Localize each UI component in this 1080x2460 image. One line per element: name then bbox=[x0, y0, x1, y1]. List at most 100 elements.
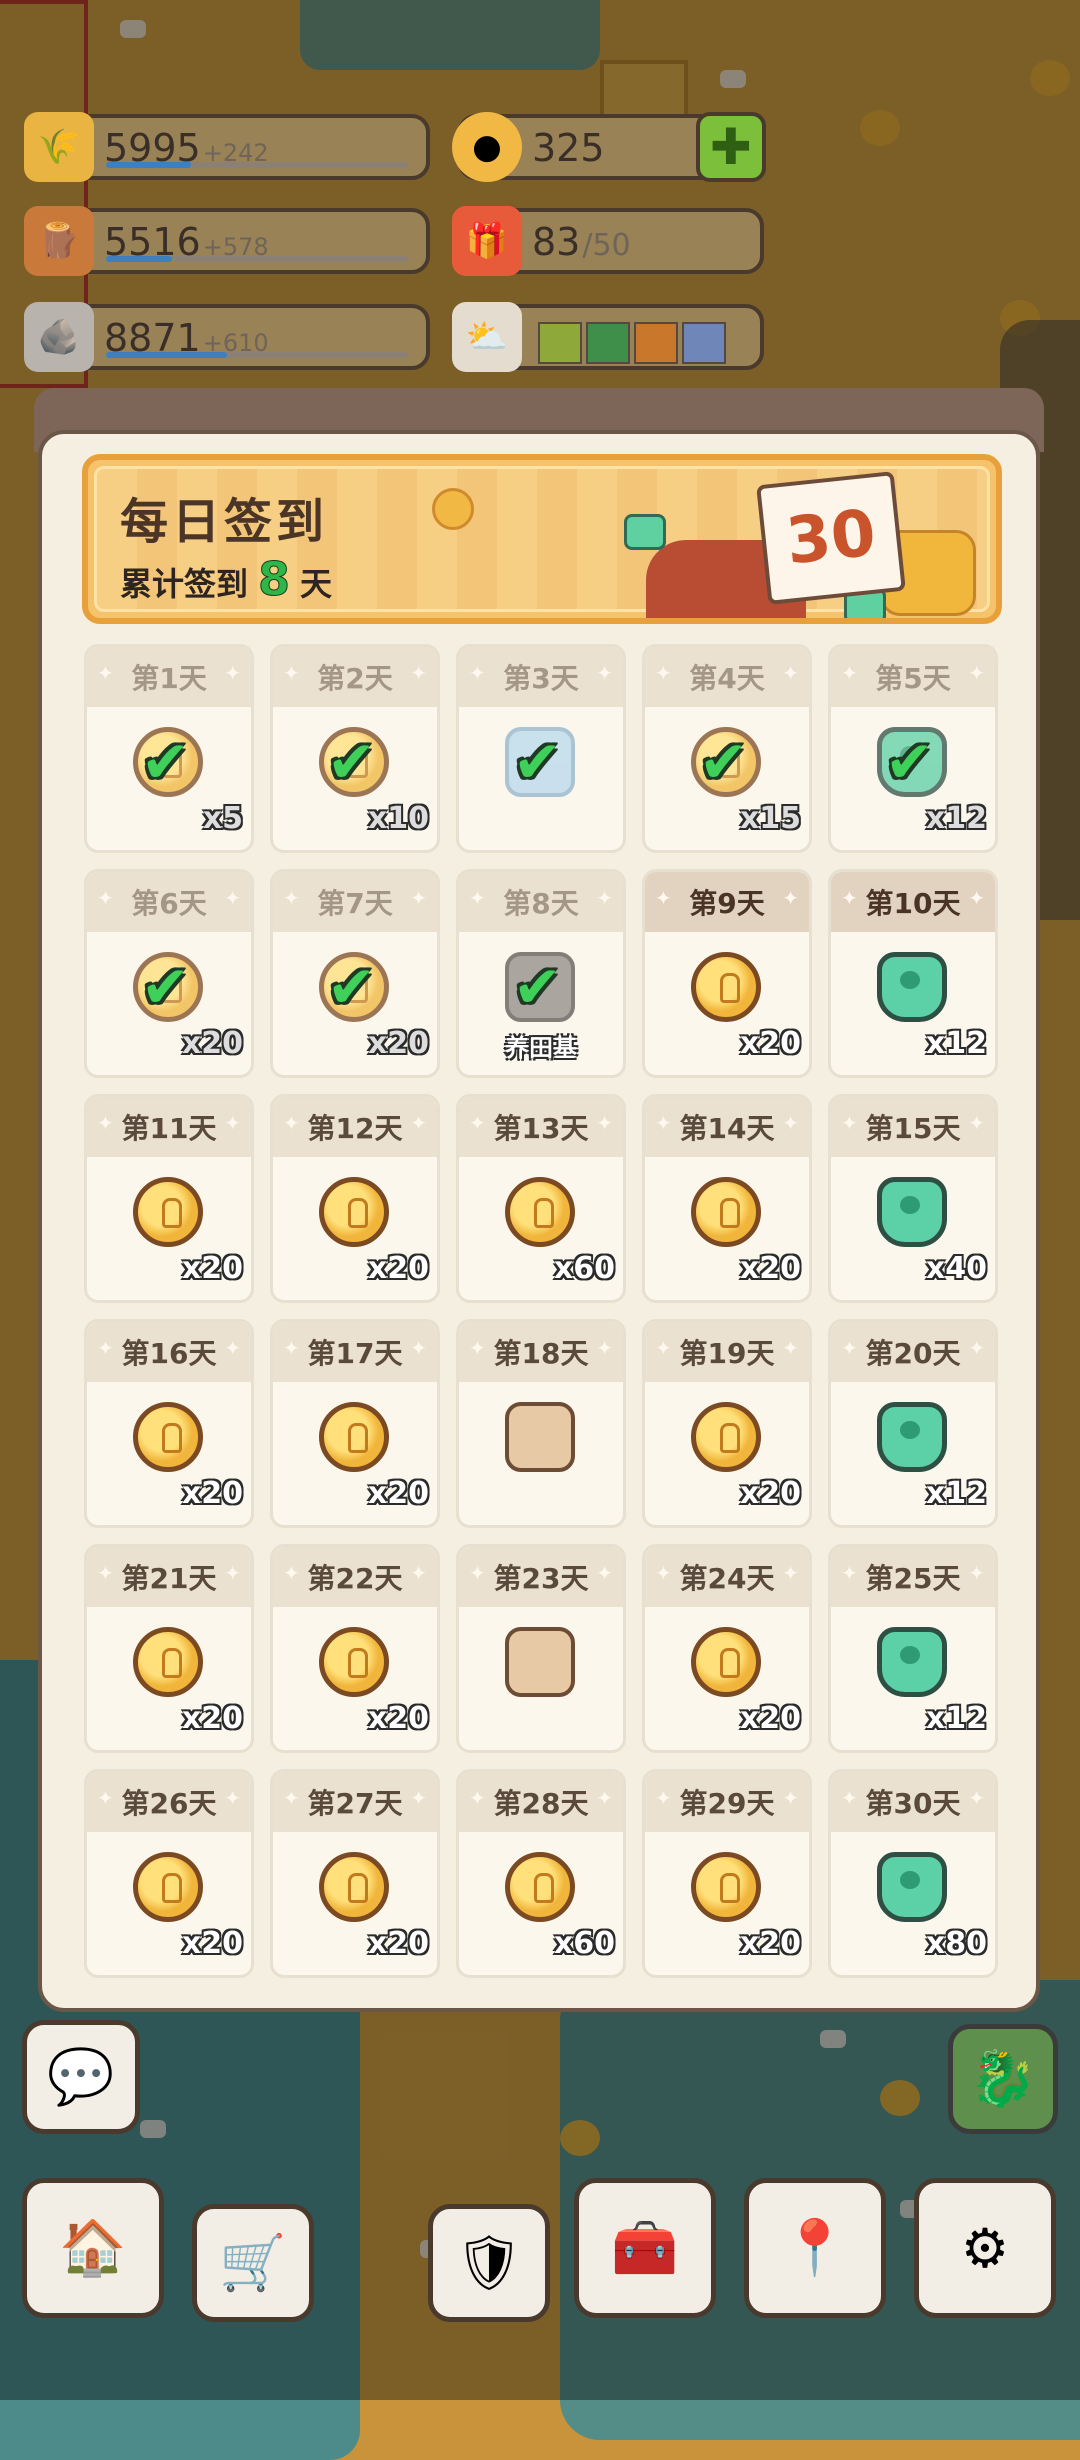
coin-icon bbox=[691, 1627, 761, 1697]
chat-button[interactable]: 💬 bbox=[22, 2020, 140, 2134]
reward-quantity: x20 bbox=[367, 1926, 429, 1961]
reward-quantity: x60 bbox=[553, 1926, 615, 1961]
town-return-button[interactable]: 🏠 bbox=[22, 2178, 164, 2318]
day-cell[interactable]: 第21天 x20 bbox=[84, 1544, 254, 1753]
reward-quantity: x20 bbox=[739, 1926, 801, 1961]
day-cell[interactable]: 第1天 ✔ x5 bbox=[84, 644, 254, 853]
day-cell[interactable]: 第2天 ✔ x10 bbox=[270, 644, 440, 853]
day-cell[interactable]: 第24天 x20 bbox=[642, 1544, 812, 1753]
coin-icon bbox=[319, 1627, 389, 1697]
day-cell[interactable]: 第16天 x20 bbox=[84, 1319, 254, 1528]
gem-icon bbox=[624, 514, 666, 550]
season-swatch bbox=[682, 322, 726, 364]
map-button[interactable]: 📍 bbox=[744, 2178, 886, 2318]
reward-quantity: x20 bbox=[739, 1026, 801, 1061]
wood-icon: 🪵 bbox=[24, 206, 94, 276]
day-cell[interactable]: 第28天 x60 bbox=[456, 1769, 626, 1978]
coin-icon bbox=[691, 1852, 761, 1922]
reward-quantity: x20 bbox=[739, 1251, 801, 1286]
day-cell[interactable]: 第15天 x40 bbox=[828, 1094, 998, 1303]
season-swatch bbox=[634, 322, 678, 364]
daily-checkin-dialog: 每日签到 累计签到8天 30 第1天✔x5第2天✔x10第3天✔第4天✔x15第… bbox=[38, 430, 1040, 2012]
checkin-banner: 每日签到 累计签到 8 天 30 bbox=[82, 454, 1002, 624]
day-cell[interactable]: 第23天 bbox=[456, 1544, 626, 1753]
season-swatch bbox=[538, 322, 582, 364]
day-cell[interactable]: 第5天 ✔ x12 bbox=[828, 644, 998, 853]
day-cell[interactable]: 第6天 ✔ x20 bbox=[84, 869, 254, 1078]
day-cell[interactable]: 第8天 ✔ 养田基 bbox=[456, 869, 626, 1078]
day-label: 第20天 bbox=[831, 1322, 995, 1382]
day-cell[interactable]: 第26天 x20 bbox=[84, 1769, 254, 1978]
reward-quantity: x15 bbox=[739, 801, 801, 836]
coin-icon bbox=[691, 952, 761, 1022]
day-cell[interactable]: 第20天 x12 bbox=[828, 1319, 998, 1528]
resource-progress bbox=[106, 256, 408, 262]
day-label: 第30天 bbox=[831, 1772, 995, 1832]
day-label: 第9天 bbox=[645, 872, 809, 932]
day-label: 第11天 bbox=[87, 1097, 251, 1157]
day-cell[interactable]: 第11天 x20 bbox=[84, 1094, 254, 1303]
day-cell[interactable]: 第12天 x20 bbox=[270, 1094, 440, 1303]
day-cell[interactable]: 第18天 bbox=[456, 1319, 626, 1528]
day-label: 第13天 bbox=[459, 1097, 623, 1157]
reward-quantity: x20 bbox=[181, 1701, 243, 1736]
day-cell[interactable]: 第30天 x80 bbox=[828, 1769, 998, 1978]
resource-wheat[interactable]: 🌾 5995+242 bbox=[24, 112, 430, 182]
reward-quantity: x20 bbox=[181, 1026, 243, 1061]
gem-icon bbox=[877, 1852, 947, 1922]
day-label: 第3天 bbox=[459, 647, 623, 707]
day-cell[interactable]: 第7天 ✔ x20 bbox=[270, 869, 440, 1078]
day-label: 第6天 bbox=[87, 872, 251, 932]
checkmark-icon: ✔ bbox=[141, 728, 190, 796]
gift-value: 83 bbox=[532, 220, 581, 264]
dragon-button[interactable]: 🐉 bbox=[948, 2024, 1058, 2134]
day-label: 第26天 bbox=[87, 1772, 251, 1832]
day-cell[interactable]: 第13天 x60 bbox=[456, 1094, 626, 1303]
gift-icon: 🎁 bbox=[452, 206, 522, 276]
reward-quantity: x12 bbox=[925, 1701, 987, 1736]
day-label: 第17天 bbox=[273, 1322, 437, 1382]
day-cell[interactable]: 第14天 x20 bbox=[642, 1094, 812, 1303]
checkmark-icon: ✔ bbox=[699, 728, 748, 796]
gift-counter[interactable]: 🎁 83/50 bbox=[452, 206, 764, 276]
chest-button[interactable]: 🧰 bbox=[574, 2178, 716, 2318]
checkin-title: 每日签到 bbox=[120, 494, 329, 550]
resource-wood[interactable]: 🪵 5516+578 bbox=[24, 206, 430, 276]
day-cell[interactable]: 第19天 x20 bbox=[642, 1319, 812, 1528]
reward-name: 养田基 bbox=[505, 1034, 577, 1062]
coin-icon: ● bbox=[452, 112, 522, 182]
add-coins-button[interactable]: ✚ bbox=[696, 112, 766, 182]
coin-icon bbox=[691, 1402, 761, 1472]
day-label: 第18天 bbox=[459, 1322, 623, 1382]
day-cell[interactable]: 第27天 x20 bbox=[270, 1769, 440, 1978]
weather-bar[interactable]: ⛅ bbox=[452, 302, 764, 372]
coin-counter[interactable]: ● 325 ✚ bbox=[452, 112, 766, 182]
resource-stone[interactable]: 🪨 8871+610 bbox=[24, 302, 430, 372]
gear-icon: ⚙ bbox=[960, 2216, 1010, 2280]
day-cell[interactable]: 第10天 x12 bbox=[828, 869, 998, 1078]
weather-icon: ⛅ bbox=[452, 302, 522, 372]
day-cell[interactable]: 第25天 x12 bbox=[828, 1544, 998, 1753]
shield-icon: 🛡 bbox=[454, 2231, 524, 2294]
cart-button[interactable]: 🛒 bbox=[192, 2204, 314, 2322]
reward-quantity: x20 bbox=[739, 1701, 801, 1736]
day-cell[interactable]: 第22天 x20 bbox=[270, 1544, 440, 1753]
day-cell[interactable]: 第9天 x20 bbox=[642, 869, 812, 1078]
shield-button[interactable]: 🛡 bbox=[428, 2204, 550, 2322]
coin-icon bbox=[133, 1177, 203, 1247]
reward-quantity: x10 bbox=[367, 801, 429, 836]
day-label: 第27天 bbox=[273, 1772, 437, 1832]
day-label: 第14天 bbox=[645, 1097, 809, 1157]
day-label: 第8天 bbox=[459, 872, 623, 932]
settings-button[interactable]: ⚙ bbox=[914, 2178, 1056, 2318]
checkmark-icon: ✔ bbox=[327, 953, 376, 1021]
wheat-icon: 🌾 bbox=[24, 112, 94, 182]
day-cell[interactable]: 第3天 ✔ bbox=[456, 644, 626, 853]
checkmark-icon: ✔ bbox=[141, 953, 190, 1021]
chest-icon: 🧰 bbox=[611, 2216, 679, 2279]
day-cell[interactable]: 第29天 x20 bbox=[642, 1769, 812, 1978]
reward-quantity: x20 bbox=[739, 1476, 801, 1511]
day-label: 第19天 bbox=[645, 1322, 809, 1382]
day-cell[interactable]: 第17天 x20 bbox=[270, 1319, 440, 1528]
day-cell[interactable]: 第4天 ✔ x15 bbox=[642, 644, 812, 853]
